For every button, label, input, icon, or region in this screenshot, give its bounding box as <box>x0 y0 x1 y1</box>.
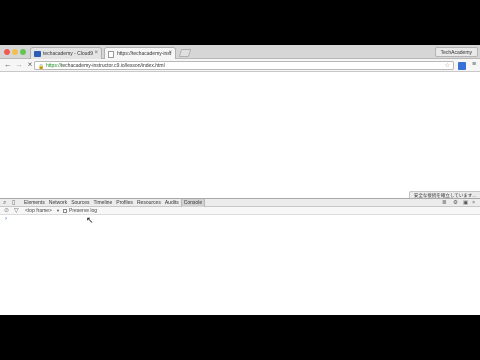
url-path: techacademy-instructor.c9.io/lesson/inde… <box>61 63 165 69</box>
filter-icon[interactable]: ▽ <box>14 207 19 215</box>
preserve-log-label: Preserve log <box>69 208 98 214</box>
forward-arrow-icon[interactable]: → <box>14 60 24 70</box>
tab-elements[interactable]: Elements <box>22 199 47 207</box>
devtools-tab-bar: ⌕ ▯ Elements Network Sources Timeline Pr… <box>0 199 480 207</box>
tab-console[interactable]: Console <box>180 199 206 207</box>
page-favicon-icon <box>108 51 114 58</box>
tab-close-icon[interactable]: × <box>94 50 98 56</box>
console-drawer-icon[interactable]: ≣ <box>442 199 447 207</box>
url-scheme: https:// <box>46 63 62 69</box>
frame-selector[interactable]: <top frame> <box>25 207 52 215</box>
preserve-log-checkbox[interactable] <box>63 209 67 213</box>
close-devtools-icon[interactable]: × <box>472 199 475 207</box>
tab-sources[interactable]: Sources <box>69 199 91 207</box>
window-minimize-button[interactable] <box>12 49 18 55</box>
tab-close-icon[interactable]: × <box>168 50 172 56</box>
tab-cloud9[interactable]: techacademy - Cloud9 × <box>30 47 102 59</box>
tab-timeline[interactable]: Timeline <box>92 199 115 207</box>
tab-network[interactable]: Network <box>47 199 69 207</box>
inspect-element-icon[interactable]: ⌕ <box>3 199 6 207</box>
lock-icon: 🔒 <box>38 64 45 70</box>
bookmark-star-icon[interactable]: ☆ <box>445 62 450 70</box>
cloud9-favicon-icon <box>34 51 41 57</box>
settings-gear-icon[interactable]: ⚙ <box>453 199 458 207</box>
tab-audits[interactable]: Audits <box>163 199 181 207</box>
window-maximize-button[interactable] <box>20 49 26 55</box>
profile-button[interactable]: TechAcademy <box>434 47 478 57</box>
mouse-cursor-icon: ↖ <box>86 215 94 225</box>
letterbox-top <box>0 0 480 45</box>
page-viewport: 安全な接続を確立しています... <box>0 73 480 198</box>
window-close-button[interactable] <box>4 49 10 55</box>
console-output[interactable]: › ↖ <box>0 215 480 315</box>
browser-window: techacademy - Cloud9 × https://techacade… <box>0 45 480 315</box>
new-tab-button[interactable] <box>178 49 192 57</box>
device-mode-icon[interactable]: ▯ <box>12 199 15 207</box>
extension-icon[interactable] <box>458 62 466 70</box>
back-arrow-icon[interactable]: ← <box>3 60 13 70</box>
menu-icon[interactable]: ≡ <box>469 60 479 70</box>
browser-toolbar: ← → × 🔒 https://techacademy-instructor.c… <box>0 59 480 72</box>
tab-title: techacademy - Cloud9 <box>43 51 94 57</box>
tab-profiles[interactable]: Profiles <box>114 199 135 207</box>
status-bubble: 安全な接続を確立しています... <box>408 191 480 198</box>
console-toolbar: ⊘ ▽ <top frame> ▼ Preserve log <box>0 207 480 215</box>
devtools-tabs: Elements Network Sources Timeline Profil… <box>22 199 206 207</box>
tab-title: https://techacademy-inst <box>117 51 172 57</box>
devtools-panel: ⌕ ▯ Elements Network Sources Timeline Pr… <box>0 198 480 315</box>
tab-resources[interactable]: Resources <box>135 199 163 207</box>
tab-lesson[interactable]: https://techacademy-inst × <box>104 47 176 59</box>
address-bar[interactable]: 🔒 https://techacademy-instructor.c9.io/l… <box>34 61 454 70</box>
tab-strip: techacademy - Cloud9 × https://techacade… <box>0 45 480 59</box>
chevron-down-icon[interactable]: ▼ <box>56 207 60 215</box>
letterbox-bottom <box>0 315 480 360</box>
dock-side-icon[interactable]: ▣ <box>463 199 468 207</box>
console-prompt-icon: › <box>5 216 7 222</box>
clear-console-icon[interactable]: ⊘ <box>4 207 9 215</box>
